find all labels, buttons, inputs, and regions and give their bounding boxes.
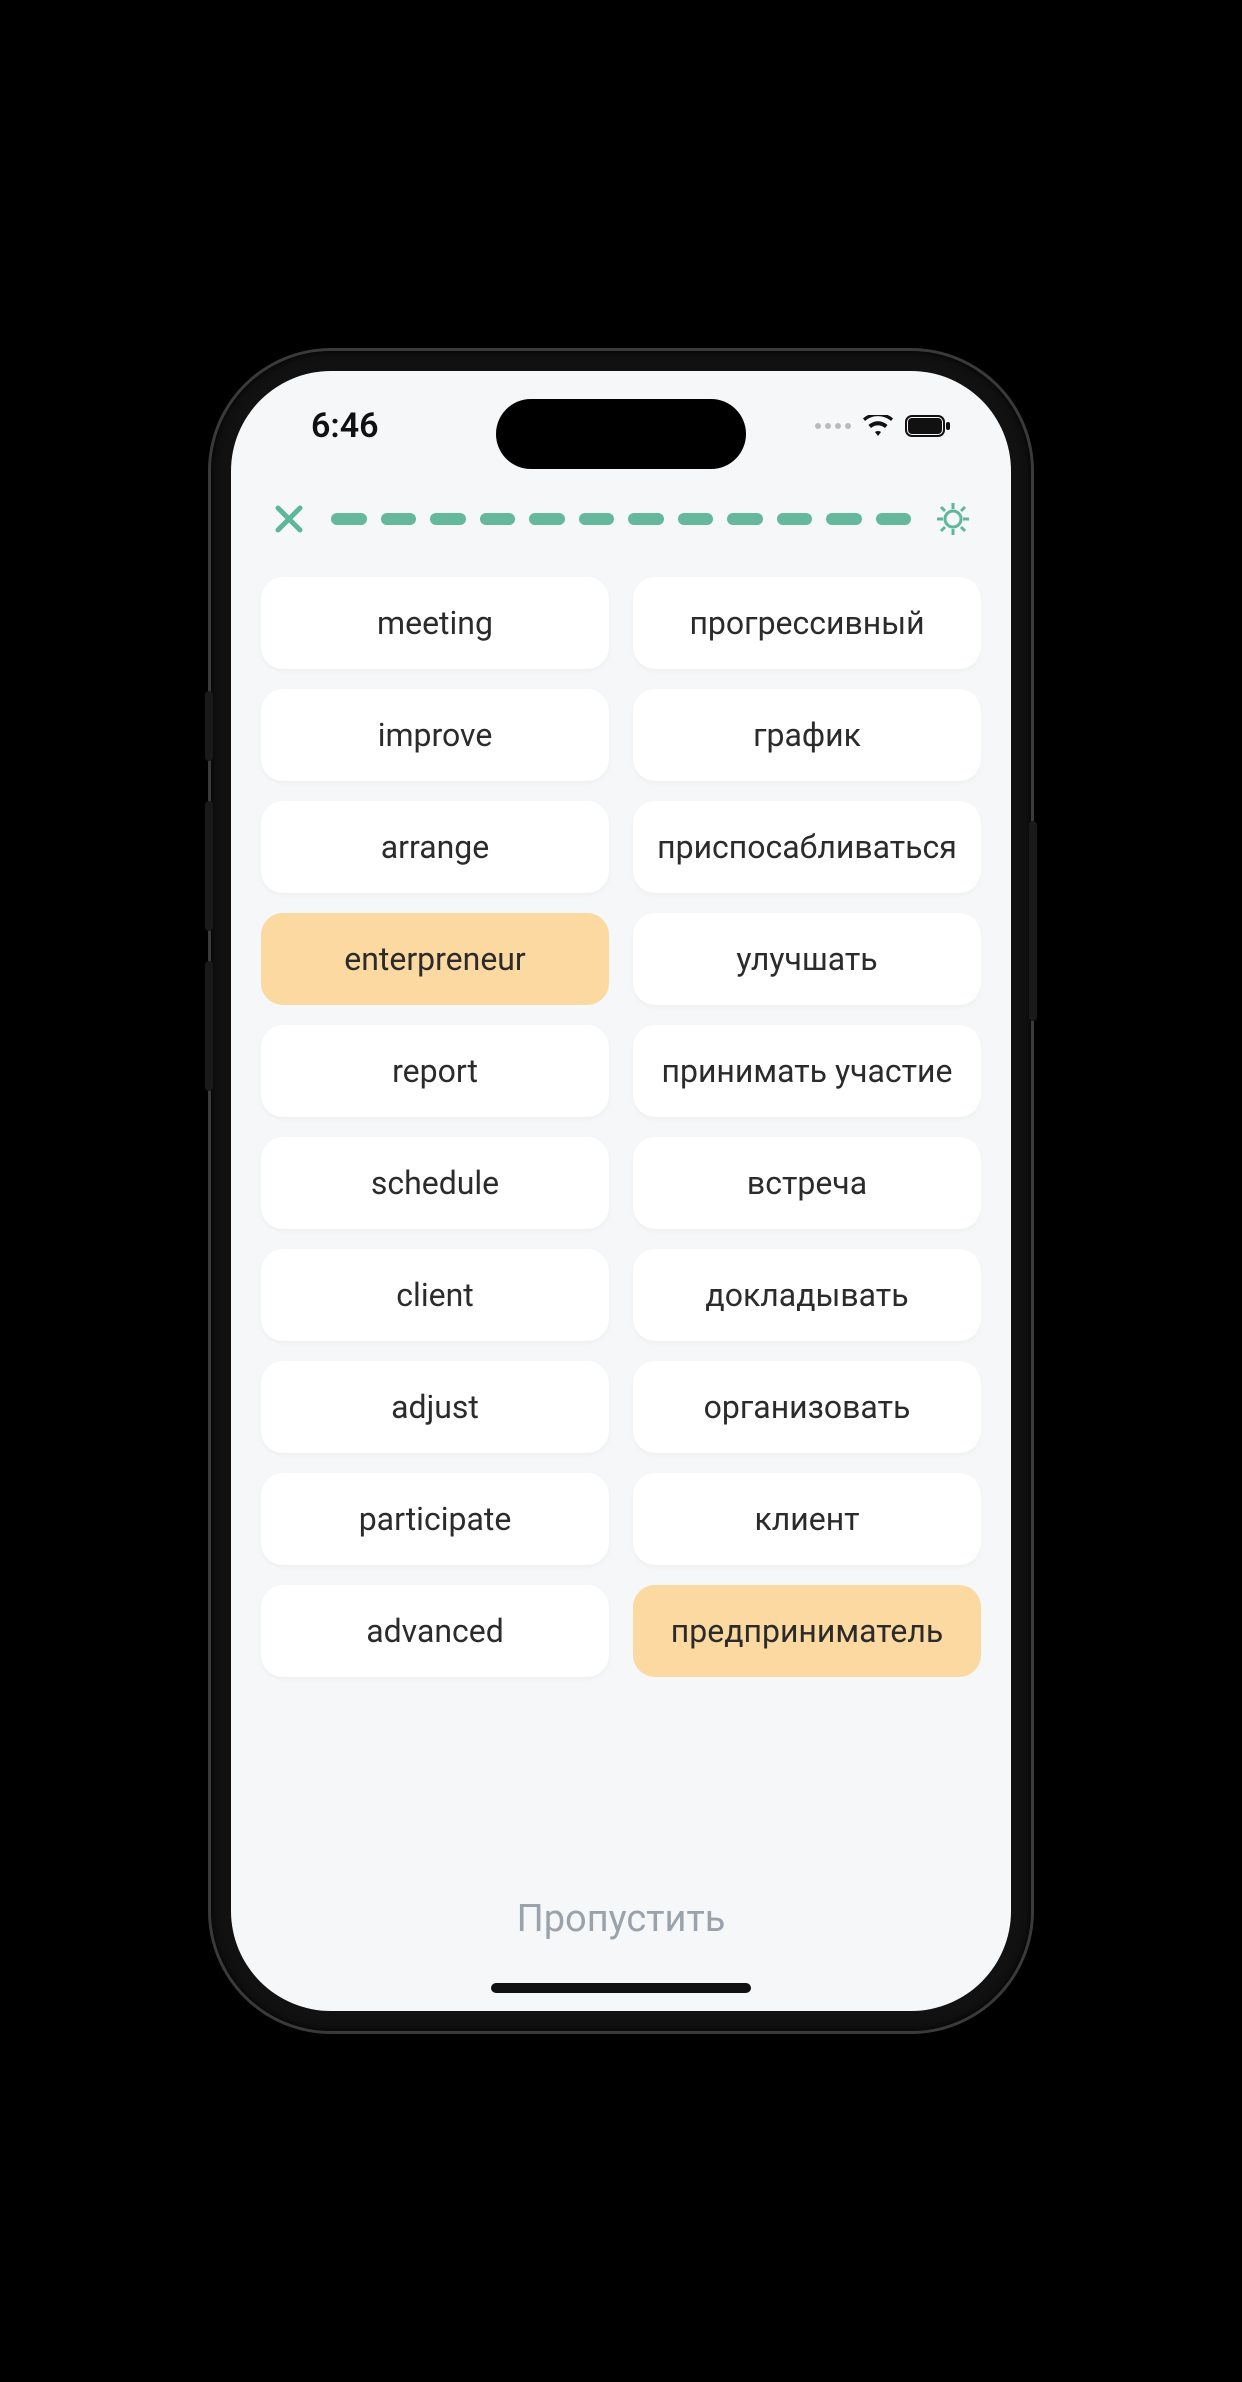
top-bar bbox=[231, 481, 1011, 547]
volume-down-button bbox=[205, 961, 213, 1091]
progress-segment bbox=[826, 513, 862, 525]
status-time: 6:46 bbox=[311, 406, 379, 446]
word-card-right[interactable]: предприниматель bbox=[633, 1585, 981, 1677]
word-card-right[interactable]: организовать bbox=[633, 1361, 981, 1453]
volume-up-button bbox=[205, 801, 213, 931]
word-card-right[interactable]: докладывать bbox=[633, 1249, 981, 1341]
word-label: приспосабливаться bbox=[657, 828, 957, 866]
word-label: график bbox=[753, 716, 861, 754]
progress-segment bbox=[628, 513, 664, 525]
dynamic-island bbox=[496, 399, 746, 469]
home-indicator[interactable] bbox=[491, 1983, 751, 1993]
phone-frame: 6:46 meetingimprov bbox=[211, 351, 1031, 2031]
word-label: arrange bbox=[381, 828, 489, 866]
word-label: прогрессивный bbox=[689, 604, 924, 642]
word-card-right[interactable]: принимать участие bbox=[633, 1025, 981, 1117]
word-label: принимать участие bbox=[662, 1052, 953, 1090]
word-card-right[interactable]: клиент bbox=[633, 1473, 981, 1565]
progress-bar bbox=[331, 513, 911, 525]
word-label: встреча bbox=[747, 1164, 867, 1202]
left-column: meeting improve arrange enterpreneur report s… bbox=[261, 577, 609, 1847]
word-card-left[interactable]: report bbox=[261, 1025, 609, 1117]
word-label: participate bbox=[359, 1500, 512, 1538]
word-card-right[interactable]: улучшать bbox=[633, 913, 981, 1005]
wifi-icon bbox=[863, 415, 893, 437]
progress-segment bbox=[381, 513, 417, 525]
word-card-left[interactable]: arrange bbox=[261, 801, 609, 893]
progress-segment bbox=[876, 513, 912, 525]
word-card-right[interactable]: прогрессивный bbox=[633, 577, 981, 669]
word-label: schedule bbox=[371, 1164, 499, 1202]
progress-segment bbox=[727, 513, 763, 525]
word-card-left[interactable]: participate bbox=[261, 1473, 609, 1565]
word-label: улучшать bbox=[736, 940, 877, 978]
progress-segment bbox=[480, 513, 516, 525]
word-label: enterpreneur bbox=[344, 940, 526, 978]
word-label: adjust bbox=[391, 1388, 479, 1426]
word-card-left[interactable]: adjust bbox=[261, 1361, 609, 1453]
skip-label: Пропустить bbox=[517, 1897, 726, 1941]
matching-grid: meeting improve arrange enterpreneur report s… bbox=[231, 547, 1011, 1857]
word-card-right[interactable]: график bbox=[633, 689, 981, 781]
right-column: прогрессивный график приспосабливаться улуч… bbox=[633, 577, 981, 1847]
word-card-left[interactable]: advanced bbox=[261, 1585, 609, 1677]
word-card-left[interactable]: client bbox=[261, 1249, 609, 1341]
word-label: докладывать bbox=[705, 1276, 908, 1314]
progress-segment bbox=[579, 513, 615, 525]
word-label: report bbox=[392, 1052, 478, 1090]
word-label: клиент bbox=[754, 1500, 859, 1538]
battery-icon bbox=[905, 415, 951, 437]
progress-segment bbox=[529, 513, 565, 525]
word-label: организовать bbox=[704, 1388, 911, 1426]
side-button bbox=[205, 691, 213, 761]
word-card-left[interactable]: schedule bbox=[261, 1137, 609, 1229]
progress-segment bbox=[678, 513, 714, 525]
word-label: предприниматель bbox=[671, 1612, 943, 1650]
progress-segment bbox=[430, 513, 466, 525]
word-card-left[interactable]: enterpreneur bbox=[261, 913, 609, 1005]
progress-segment bbox=[331, 513, 367, 525]
word-card-left[interactable]: improve bbox=[261, 689, 609, 781]
word-card-right[interactable]: приспосабливаться bbox=[633, 801, 981, 893]
word-label: improve bbox=[378, 716, 493, 754]
cellular-dots-icon bbox=[815, 423, 851, 429]
power-button bbox=[1029, 821, 1037, 1021]
word-label: advanced bbox=[366, 1612, 504, 1650]
word-label: meeting bbox=[377, 604, 493, 642]
word-card-right[interactable]: встреча bbox=[633, 1137, 981, 1229]
word-label: client bbox=[396, 1276, 473, 1314]
screen: 6:46 meetingimprov bbox=[231, 371, 1011, 2011]
gear-icon[interactable] bbox=[929, 501, 977, 537]
progress-segment bbox=[777, 513, 813, 525]
word-card-left[interactable]: meeting bbox=[261, 577, 609, 669]
status-right bbox=[815, 415, 951, 437]
close-icon[interactable] bbox=[265, 504, 313, 534]
